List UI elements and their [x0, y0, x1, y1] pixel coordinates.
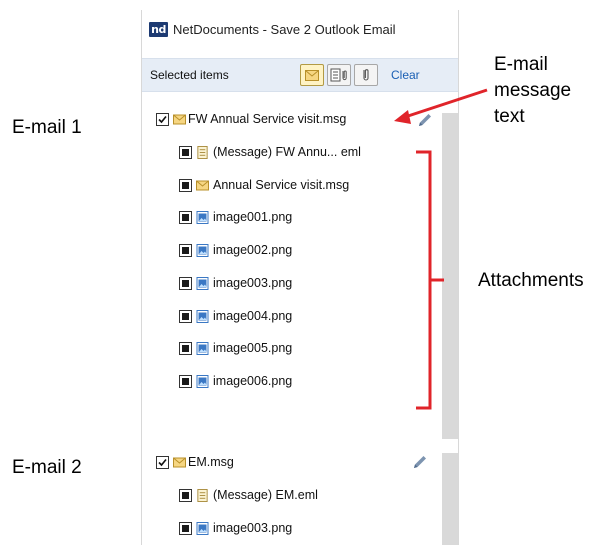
checkbox[interactable] [179, 276, 192, 290]
attachment-label: image003.png [213, 276, 293, 290]
attachment-row[interactable]: Annual Service visit.msg [179, 174, 349, 196]
document-paperclip-icon [330, 68, 347, 82]
image-icon [196, 374, 209, 388]
checkbox[interactable] [179, 309, 192, 323]
attachment-label: image002.png [213, 243, 293, 257]
annotation-line: E-mail [494, 54, 548, 75]
attachment-label: image001.png [213, 210, 293, 224]
attachment-label: Annual Service visit.msg [213, 178, 350, 192]
title-bar: nd NetDocuments - Save 2 Outlook Email [142, 10, 458, 48]
email-item-2[interactable]: EM.msg [156, 451, 234, 473]
edit-pencil-icon[interactable] [412, 454, 428, 470]
image-icon [196, 309, 209, 323]
annotation-email-2: E-mail 2 [12, 457, 82, 478]
image-icon [196, 521, 209, 535]
document-icon [197, 145, 208, 159]
attachment-view-button[interactable] [354, 64, 378, 86]
checkmark-icon [158, 458, 167, 466]
envelope-icon [173, 457, 186, 467]
message-attachment-view-button[interactable] [327, 64, 351, 86]
image-icon [196, 243, 209, 257]
annotation-email-1: E-mail 1 [12, 117, 82, 138]
checkbox[interactable] [179, 145, 192, 159]
netdocuments-logo: nd [149, 21, 168, 37]
checkbox[interactable] [156, 455, 169, 469]
attachment-label: image005.png [213, 341, 293, 355]
attachment-row[interactable]: image005.png [179, 337, 292, 359]
envelope-icon [305, 69, 319, 81]
clear-link[interactable]: Clear [391, 68, 420, 82]
attachment-row[interactable]: image002.png [179, 239, 292, 261]
checkbox[interactable] [179, 488, 192, 502]
attachment-label: (Message) EM.eml [213, 488, 318, 502]
image-icon [196, 341, 209, 355]
attachment-row[interactable]: image003.png [179, 272, 292, 294]
attachment-row[interactable]: image004.png [179, 305, 292, 327]
document-icon [197, 488, 208, 502]
attachment-label: image003.png [213, 521, 293, 535]
envelope-icon [173, 114, 186, 124]
attachment-label: image006.png [213, 374, 293, 388]
checkbox[interactable] [179, 210, 192, 224]
attachment-row[interactable]: (Message) EM.eml [179, 484, 318, 506]
email-label: FW Annual Service visit.msg [188, 112, 347, 126]
attachment-row[interactable]: image001.png [179, 206, 292, 228]
gutter-gap [442, 439, 458, 453]
checkbox[interactable] [179, 178, 192, 192]
checkmark-icon [158, 115, 167, 123]
annotation-line: text [494, 106, 525, 127]
paperclip-icon [363, 69, 369, 81]
attachment-row[interactable]: image003.png [179, 517, 292, 539]
selected-items-label: Selected items [150, 68, 229, 82]
checkbox[interactable] [179, 521, 192, 535]
email-view-button[interactable] [300, 64, 324, 86]
edit-pencil-icon[interactable] [417, 112, 433, 128]
scroll-gutter[interactable] [442, 113, 458, 545]
email-item-1[interactable]: FW Annual Service visit.msg [156, 108, 346, 130]
attachment-row[interactable]: (Message) FW Annu... eml [179, 141, 361, 163]
attachment-label: (Message) FW Annu... eml [213, 145, 361, 159]
window-title: NetDocuments - Save 2 Outlook Email [173, 21, 396, 37]
checkbox[interactable] [179, 341, 192, 355]
image-icon [196, 276, 209, 290]
save-outlook-email-window: nd NetDocuments - Save 2 Outlook Email S… [141, 10, 459, 545]
selected-items-toolbar: Selected items Clear [142, 58, 458, 92]
envelope-icon [196, 180, 209, 190]
annotation-attachments: Attachments [478, 270, 584, 291]
checkbox[interactable] [179, 374, 192, 388]
checkbox[interactable] [156, 112, 169, 126]
annotation-email-message-text: E-mail message text [494, 52, 604, 130]
checkbox[interactable] [179, 243, 192, 257]
attachment-row[interactable]: image006.png [179, 370, 292, 392]
email-label: EM.msg [188, 455, 234, 469]
image-icon [196, 210, 209, 224]
annotation-line: message [494, 80, 572, 101]
attachment-label: image004.png [213, 309, 293, 323]
